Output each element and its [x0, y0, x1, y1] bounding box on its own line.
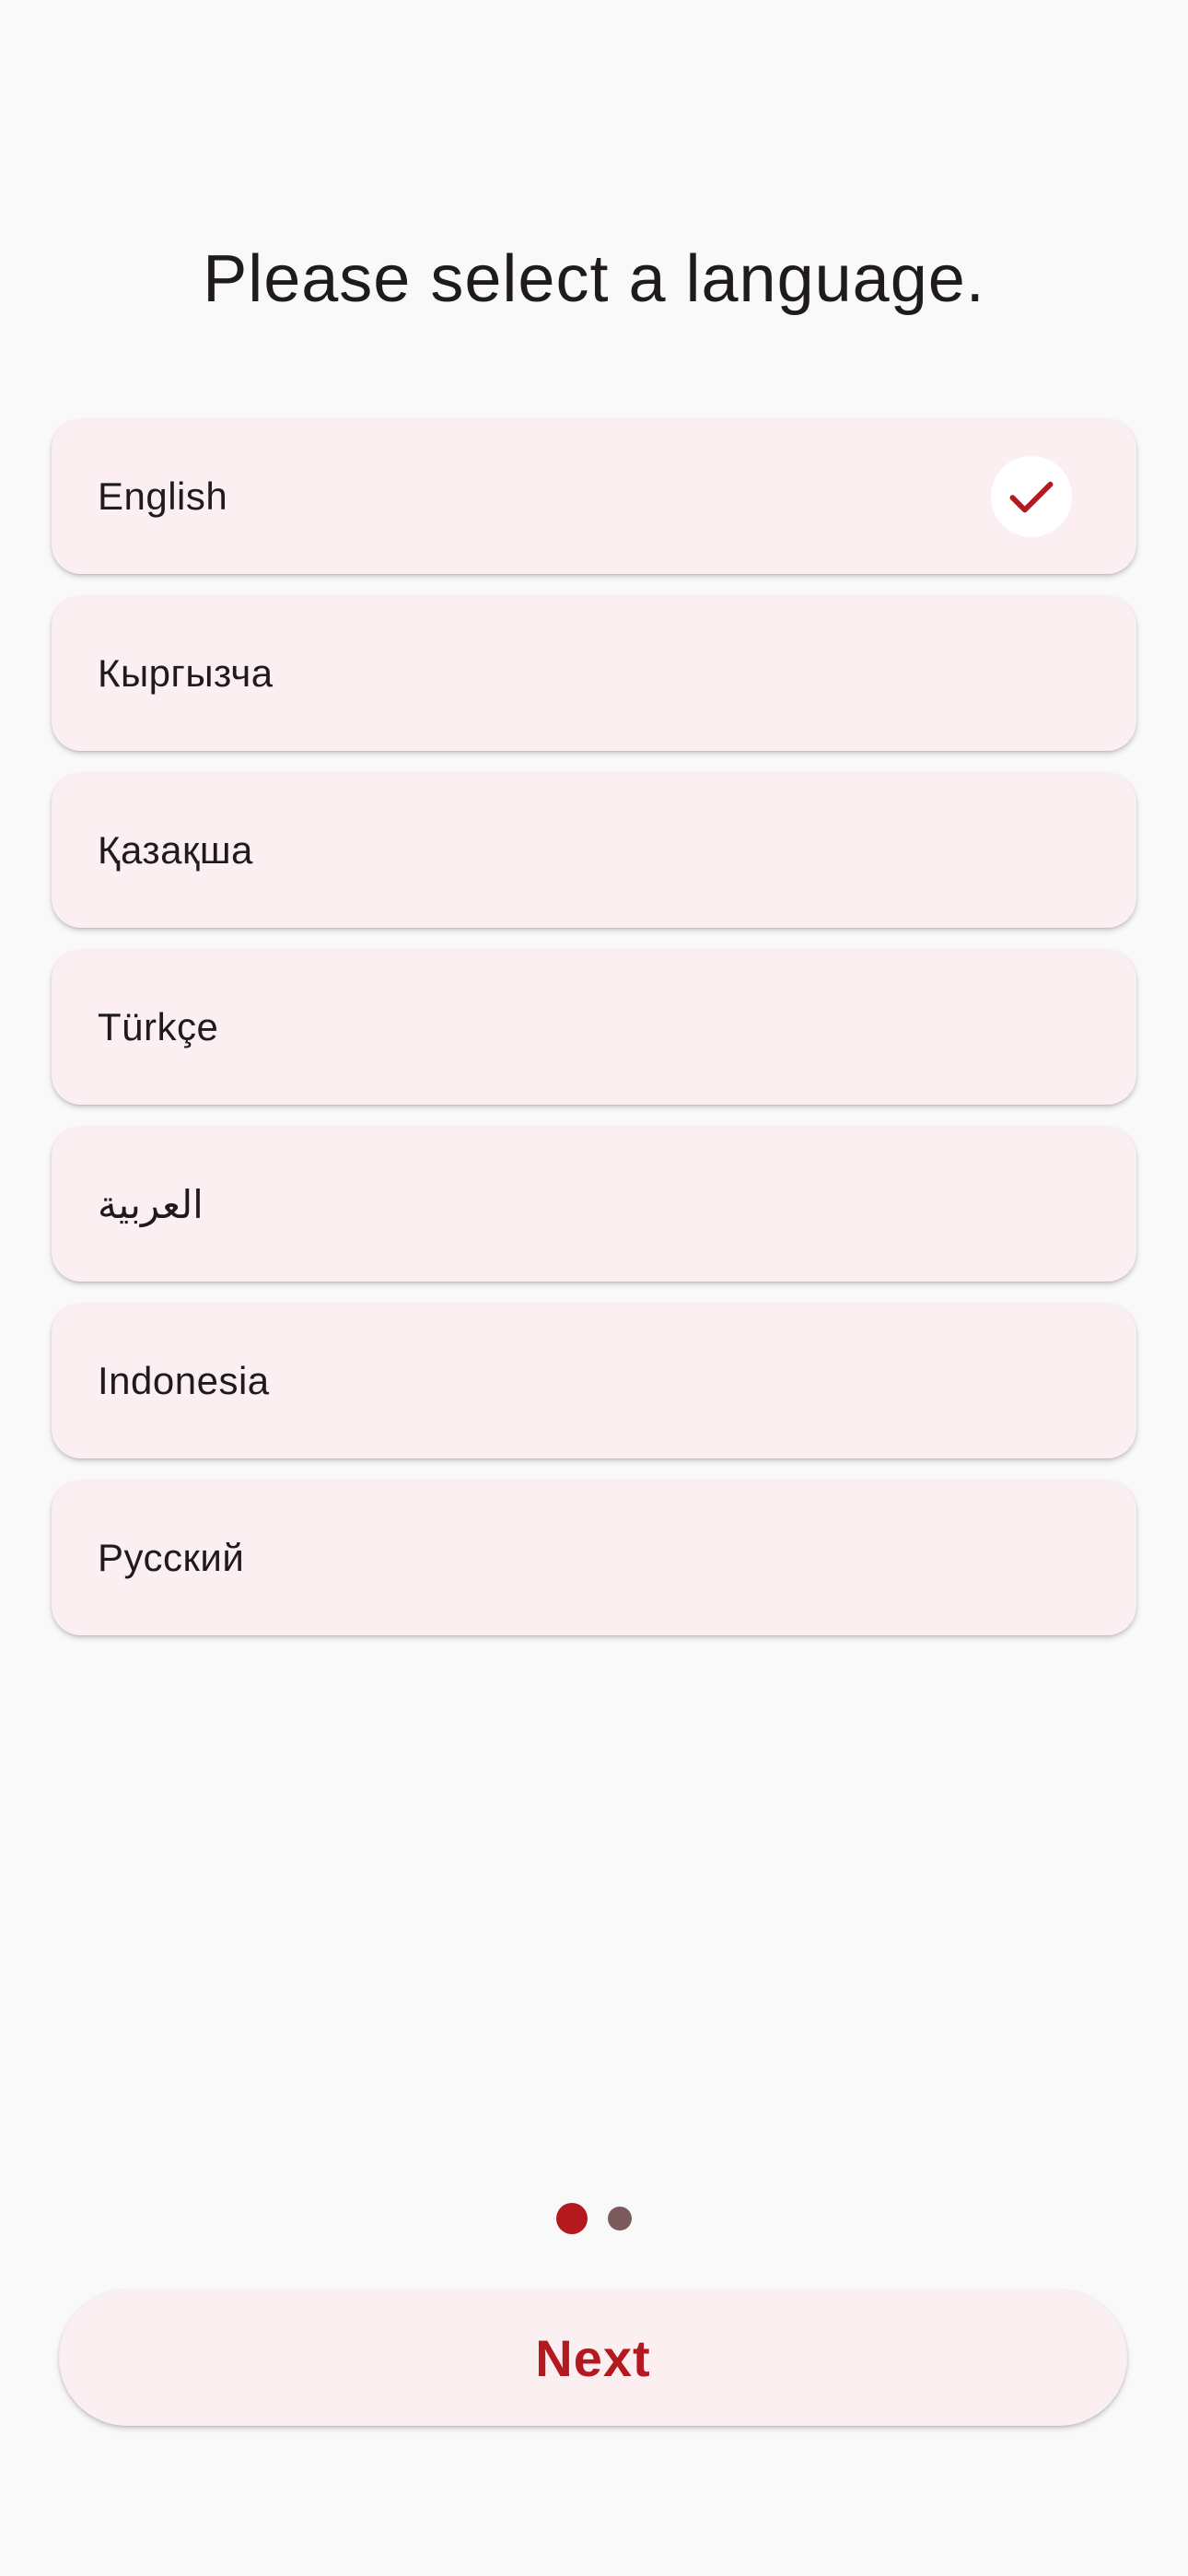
language-label: Кыргызча [98, 651, 274, 695]
language-option-indonesian[interactable]: Indonesia [52, 1304, 1136, 1458]
language-option-english[interactable]: English [52, 419, 1136, 574]
language-option-kyrgyz[interactable]: Кыргызча [52, 596, 1136, 751]
language-label: Indonesia [98, 1359, 270, 1402]
page-dot-active [556, 2203, 588, 2234]
page-indicator [0, 2203, 1188, 2234]
language-label: English [98, 474, 228, 518]
page-dot-inactive [608, 2207, 632, 2231]
language-label: Қазақша [98, 828, 253, 872]
checkmark-icon [1009, 481, 1054, 513]
language-option-kazakh[interactable]: Қазақша [52, 773, 1136, 928]
language-label: Türkçe [98, 1005, 219, 1048]
language-option-turkish[interactable]: Türkçe [52, 950, 1136, 1105]
page-title: Please select a language. [203, 242, 985, 316]
next-button[interactable]: Next [59, 2289, 1127, 2426]
selected-indicator [991, 456, 1072, 537]
language-option-arabic[interactable]: العربية [52, 1127, 1136, 1282]
language-option-russian[interactable]: Русский [52, 1481, 1136, 1635]
language-label: العربية [98, 1182, 204, 1226]
language-label: Русский [98, 1536, 245, 1579]
language-list: English Кыргызча Қазақша Türkçe العربية … [52, 419, 1136, 1657]
